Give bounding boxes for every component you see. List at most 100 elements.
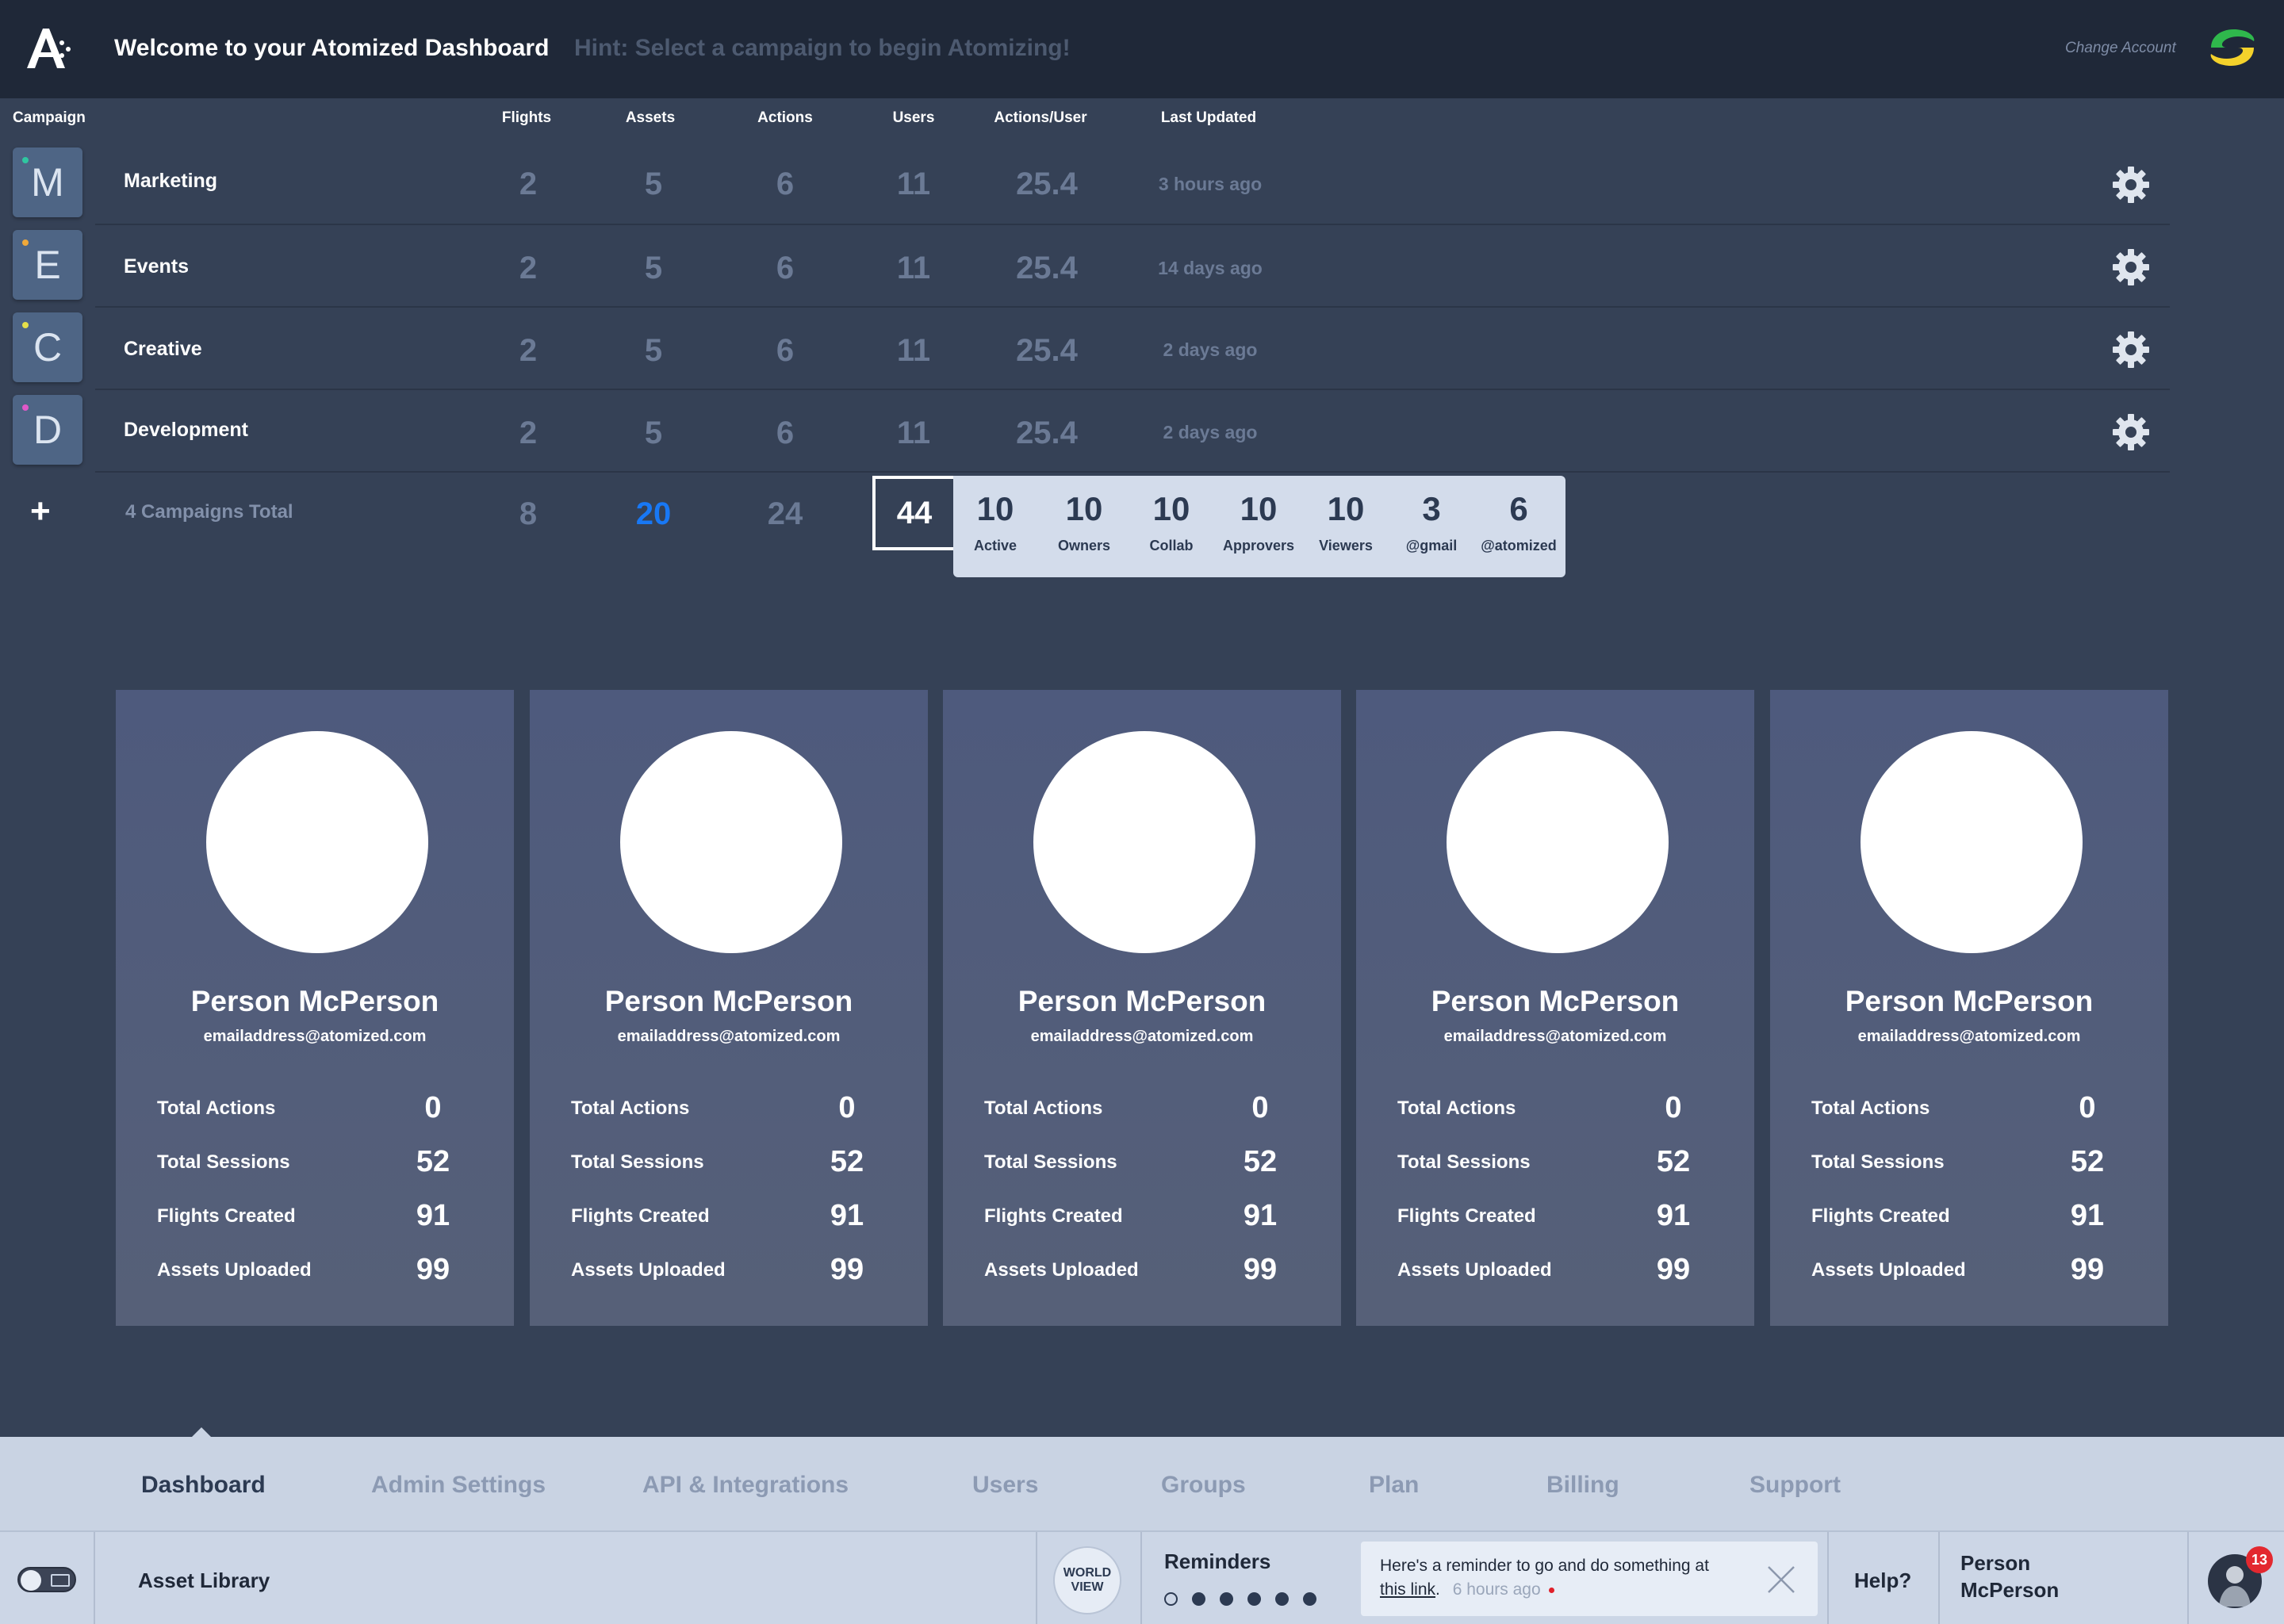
stat-label: Assets Uploaded [1811,1259,1966,1281]
campaign-tile-marketing[interactable]: M [13,147,82,217]
top-bar: Welcome to your Atomized Dashboard Hint:… [0,0,2284,98]
row-divider [95,224,2170,225]
reminders-title: Reminders [1164,1549,1271,1573]
tab-api-integrations[interactable]: API & Integrations [642,1472,849,1499]
stat-label: Total Sessions [984,1151,1117,1173]
person-card[interactable]: Person McPerson emailaddress@atomized.co… [1356,690,1754,1326]
campaign-name[interactable]: Marketing [124,170,217,193]
tab-dashboard[interactable]: Dashboard [141,1472,266,1499]
asset-library-button[interactable]: Asset Library [138,1568,270,1593]
toggle-knob [21,1570,41,1591]
campaign-name[interactable]: Development [124,419,248,442]
current-user-name[interactable]: Person McPerson [1960,1549,2079,1603]
total-users-value[interactable]: 44 [872,476,956,550]
person-email: emailaddress@atomized.com [1443,1028,1667,1045]
pager-dot[interactable] [1247,1592,1261,1606]
campaign-name[interactable]: Events [124,255,189,278]
stat-value: 99 [2070,1253,2105,1286]
divider [1827,1532,1829,1624]
person-card[interactable]: Person McPerson emailaddress@atomized.co… [530,690,928,1326]
gear-icon[interactable] [2111,330,2151,370]
pager-dot[interactable] [1220,1592,1233,1606]
gear-icon[interactable] [2111,165,2151,205]
column-header-actions[interactable]: Actions [738,109,833,127]
column-header-actions-per-user[interactable]: Actions/User [977,109,1104,127]
total-assets-value[interactable]: 20 [606,496,701,532]
column-header-campaign[interactable]: Campaign [13,109,86,127]
page-title: Welcome to your Atomized Dashboard [114,35,550,61]
person-email: emailaddress@atomized.com [1857,1028,2081,1045]
total-flights-value: 8 [519,496,538,531]
stat-value: 91 [416,1199,450,1232]
stat-label: Total Actions [1397,1097,1516,1119]
campaign-name[interactable]: Creative [124,338,202,361]
tab-admin-settings[interactable]: Admin Settings [371,1472,546,1499]
pager-dot[interactable] [1164,1592,1178,1606]
reminder-card: Here's a reminder to go and do something… [1361,1542,1818,1616]
flights-value: 2 [519,167,538,201]
close-icon[interactable] [1765,1564,1797,1595]
column-header-assets[interactable]: Assets [603,109,698,127]
avatar [1861,731,2083,953]
divider [1140,1532,1142,1624]
tab-support[interactable]: Support [1749,1472,1841,1499]
tab-plan[interactable]: Plan [1369,1472,1419,1499]
status-dot [22,157,29,163]
person-card[interactable]: Person McPerson emailaddress@atomized.co… [1770,690,2168,1326]
atomized-logo-icon[interactable] [24,25,73,70]
user-breakdown-collab[interactable]: 10 Collab [1128,476,1215,554]
actions-value: 6 [776,416,795,450]
tab-groups[interactable]: Groups [1161,1472,1246,1499]
change-account-link[interactable]: Change Account [2065,40,2176,57]
person-name: Person McPerson [604,985,853,1017]
tab-billing[interactable]: Billing [1546,1472,1619,1499]
pager-dot[interactable] [1275,1592,1289,1606]
help-button[interactable]: Help? [1854,1568,1911,1593]
row-divider [95,306,2170,308]
campaign-tile-development[interactable]: D [13,395,82,465]
gear-icon[interactable] [2111,412,2151,452]
column-header-users[interactable]: Users [866,109,961,127]
user-breakdown-gmail[interactable]: 3 @gmail [1388,476,1475,554]
stat-label: Flights Created [984,1205,1123,1227]
bottom-nav: Dashboard Admin Settings API & Integrati… [0,1437,2284,1530]
user-breakdown-active[interactable]: 10 Active [952,476,1039,554]
campaign-tile-events[interactable]: E [13,230,82,300]
reminder-pager [1164,1592,1316,1606]
actions-per-user-value: 25.4 [1016,251,1078,285]
user-breakdown-atomized[interactable]: 6 @atomized [1475,476,1562,554]
person-card[interactable]: Person McPerson emailaddress@atomized.co… [116,690,514,1326]
user-breakdown-viewers[interactable]: 10 Viewers [1302,476,1389,554]
user-breakdown-owners[interactable]: 10 Owners [1040,476,1128,554]
notification-badge[interactable]: 13 [2246,1546,2273,1573]
avatar [1033,731,1255,953]
stat-value: 0 [2079,1091,2096,1124]
view-toggle[interactable] [17,1567,76,1592]
column-header-flights[interactable]: Flights [479,109,574,127]
image-toggle-icon [51,1574,70,1587]
pager-dot[interactable] [1303,1592,1316,1606]
stat-label: Total Sessions [1811,1151,1945,1173]
column-header-last-updated[interactable]: Last Updated [1129,109,1288,127]
world-view-button[interactable]: WORLD VIEW [1053,1546,1121,1614]
hint-text: Hint: Select a campaign to begin Atomizi… [574,35,1071,61]
brand-badge-icon[interactable] [2206,24,2259,71]
person-card[interactable]: Person McPerson emailaddress@atomized.co… [943,690,1341,1326]
divider [1036,1532,1037,1624]
stat-label: Flights Created [571,1205,710,1227]
add-campaign-button[interactable]: + [30,492,51,531]
tab-users[interactable]: Users [972,1472,1038,1499]
assets-value: 5 [644,333,663,368]
gear-icon[interactable] [2111,247,2151,287]
reminder-link[interactable]: this link [1380,1580,1435,1599]
flights-value: 2 [519,416,538,450]
active-tab-indicator [192,1427,211,1437]
campaign-tile-creative[interactable]: C [13,312,82,382]
actions-value: 6 [776,167,795,201]
user-breakdown-approvers[interactable]: 10 Approvers [1215,476,1302,554]
stat-label: Assets Uploaded [1397,1259,1552,1281]
pager-dot[interactable] [1192,1592,1205,1606]
last-updated-value: 2 days ago [1163,422,1258,442]
person-email: emailaddress@atomized.com [203,1028,427,1045]
stat-value: 0 [1665,1091,1682,1124]
